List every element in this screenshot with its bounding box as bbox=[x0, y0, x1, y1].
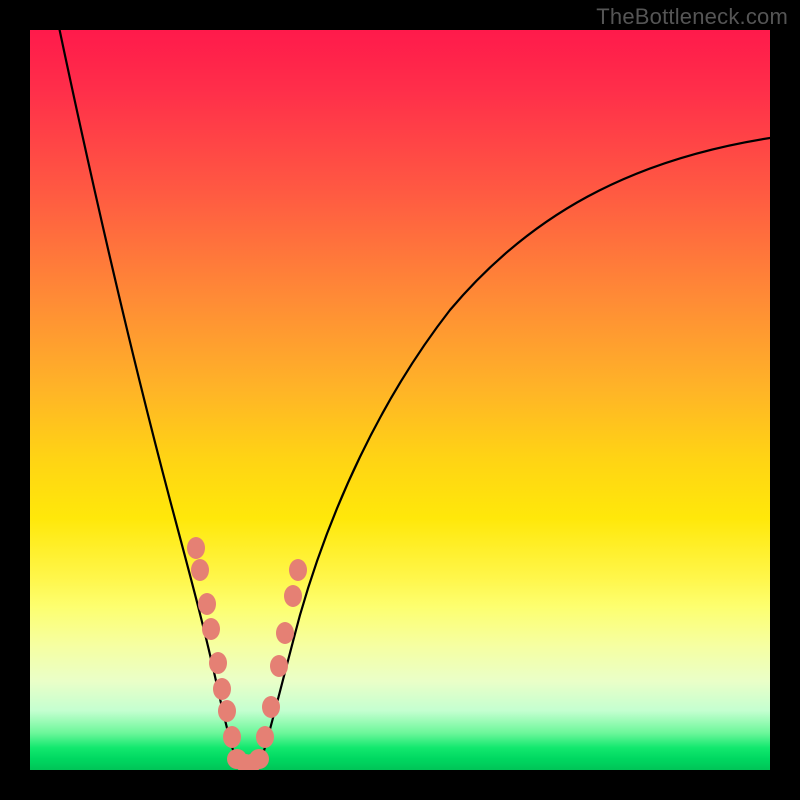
right-curve bbox=[260, 138, 770, 764]
highlight-dot-right bbox=[256, 726, 274, 748]
highlight-dot-left bbox=[213, 678, 231, 700]
highlight-dot-left bbox=[209, 652, 227, 674]
chart-svg bbox=[30, 30, 770, 770]
highlight-dot-left bbox=[223, 726, 241, 748]
chart-frame: TheBottleneck.com bbox=[0, 0, 800, 800]
highlight-dot-right bbox=[289, 559, 307, 581]
plot-area bbox=[30, 30, 770, 770]
highlight-dot-right bbox=[284, 585, 302, 607]
highlight-dot-right bbox=[270, 655, 288, 677]
highlight-dot-left bbox=[191, 559, 209, 581]
highlight-dot-left bbox=[202, 618, 220, 640]
vertex-dot bbox=[249, 749, 269, 769]
highlight-dot-left bbox=[187, 537, 205, 559]
highlight-dot-left bbox=[198, 593, 216, 615]
watermark-text: TheBottleneck.com bbox=[596, 4, 788, 30]
highlight-dot-right bbox=[262, 696, 280, 718]
highlight-dot-right bbox=[276, 622, 294, 644]
left-curve bbox=[60, 30, 238, 764]
highlight-dot-left bbox=[218, 700, 236, 722]
